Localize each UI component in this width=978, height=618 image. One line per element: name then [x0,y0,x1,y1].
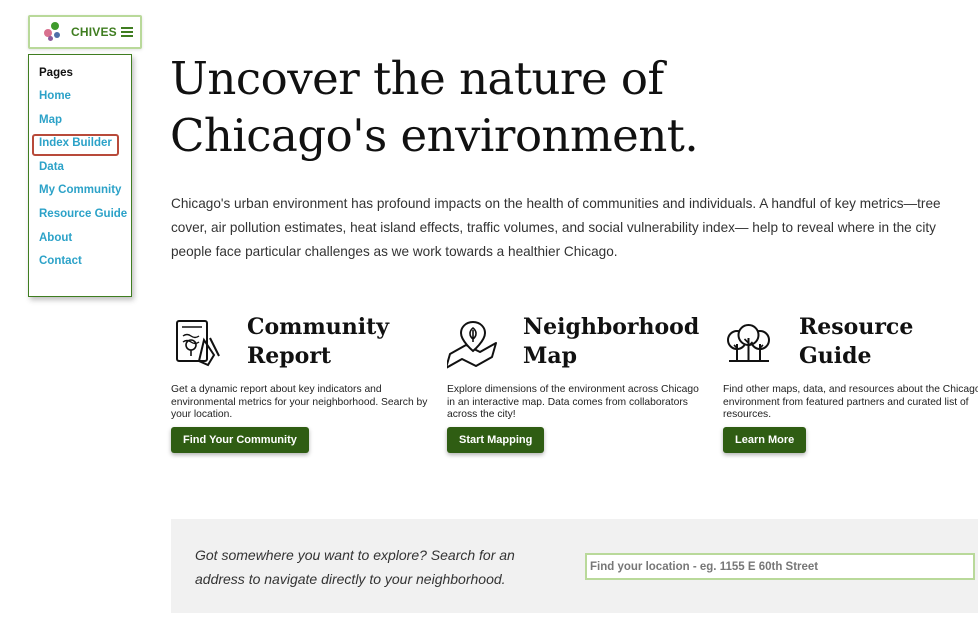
search-prompt: Got somewhere you want to explore? Searc… [195,547,515,587]
nav-item-resource-guide[interactable]: Resource Guide [39,203,131,227]
location-search-input[interactable] [585,553,975,580]
brand-name: CHIVES [71,25,117,39]
neighborhood-map-icon [447,320,497,369]
find-your-community-button[interactable]: Find Your Community [171,427,309,453]
hamburger-icon[interactable] [120,27,133,37]
nav-item-data[interactable]: Data [39,156,131,180]
card-title-line1: Resource [799,314,914,340]
card-description: Get a dynamic report about key indicator… [171,384,428,420]
card-title-line1: Neighborhood [523,314,700,340]
hero-title: Uncover the nature of Chicago's environm… [170,50,870,164]
nav-item-map[interactable]: Map [39,109,131,133]
community-report-icon [176,320,220,367]
card-description: Explore dimensions of the environment ac… [447,384,699,420]
nav-item-my-community[interactable]: My Community [39,179,131,203]
hero-title-line2: Chicago's environment. [170,109,699,162]
nav-item-home[interactable]: Home [39,85,131,109]
hero-description: Chicago's urban environment has profound… [171,196,941,259]
card-title: Resource Guide [799,313,978,371]
learn-more-button[interactable]: Learn More [723,427,807,453]
card-title: Community Report [247,313,447,371]
hero-title-line1: Uncover the nature of [170,52,664,105]
resource-guide-icon [727,324,770,362]
chives-logo-icon [42,21,64,43]
nav-item-index-builder[interactable]: Index Builder [39,132,131,156]
card-title-line2: Guide [799,343,872,369]
card-title-line1: Community [247,314,390,340]
nav-item-contact[interactable]: Contact [39,250,131,274]
start-mapping-button[interactable]: Start Mapping [447,427,545,453]
card-description: Find other maps, data, and resources abo… [723,384,978,420]
nav-item-about[interactable]: About [39,227,131,251]
chives-menu-button[interactable]: CHIVES [28,15,142,49]
card-title-line2: Report [247,343,332,369]
pages-menu: Pages Home Map Index Builder Data My Com… [28,54,132,297]
pages-menu-title: Pages [39,67,73,79]
card-title-line2: Map [523,343,577,369]
card-title: Neighborhood Map [523,313,723,371]
location-search-section: Got somewhere you want to explore? Searc… [171,519,978,613]
